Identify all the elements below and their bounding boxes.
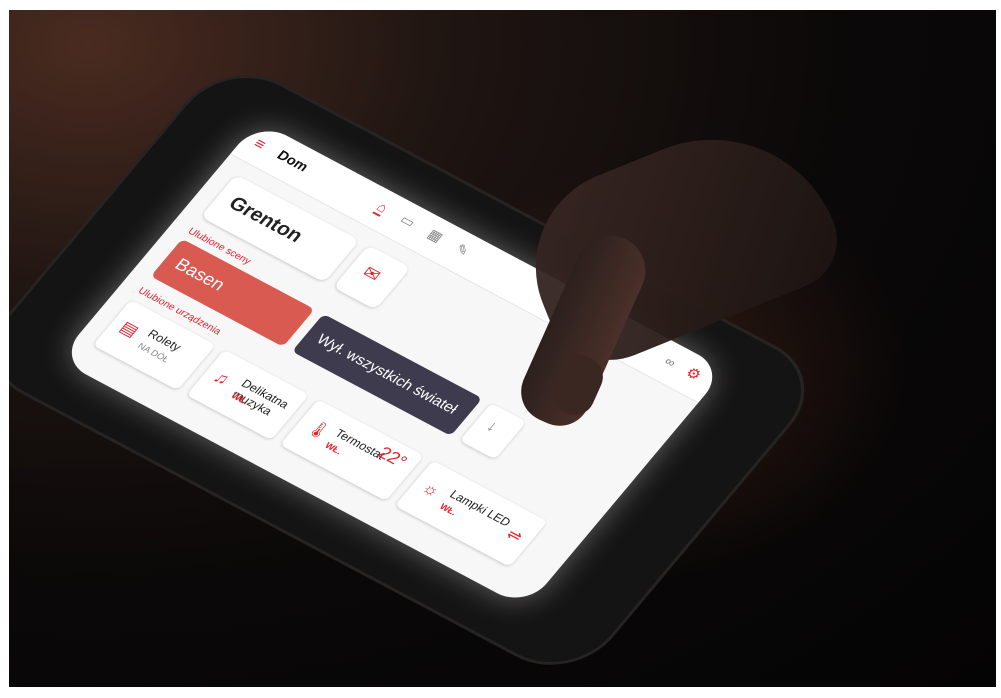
scene-label: Basen (171, 254, 230, 295)
arrow-down-icon: ↓ (482, 418, 501, 436)
photo-frame: ≡ Dom ⌂ ▭ ▦ ✎ ∞ ⚙ Grenton ✉ Ulubione sce… (0, 0, 1001, 698)
thermometer-icon: 🌡 (303, 417, 335, 443)
device-card-termostat[interactable]: 🌡 Termostat WŁ. 22° (279, 399, 425, 502)
tools-icon[interactable]: ✎ (451, 241, 473, 261)
brand-logo-text: Grenton (224, 192, 308, 247)
bulb-icon: ☼ (418, 478, 445, 501)
mail-icon: ✉ (358, 262, 385, 286)
link-icon[interactable]: ∞ (661, 354, 679, 370)
device-card-rolety[interactable]: ▤ Rolety NA DÓŁ (92, 299, 216, 391)
gear-icon[interactable]: ⚙ (682, 363, 706, 384)
building-icon[interactable]: ▦ (423, 226, 447, 246)
house-icon[interactable]: ⌂ (372, 198, 392, 217)
blinds-icon: ▤ (116, 317, 143, 341)
page-title: Dom (274, 147, 313, 175)
photograph: ≡ Dom ⌂ ▭ ▦ ✎ ∞ ⚙ Grenton ✉ Ulubione sce… (9, 10, 996, 687)
device-card-music[interactable]: ♫ Delikatna muzyka WŁ. (186, 349, 310, 441)
sliders-icon[interactable]: ⇌ (502, 525, 527, 547)
device-status: WŁ. (437, 501, 459, 518)
menu-icon[interactable]: ≡ (249, 136, 269, 154)
scene-label: Wył. wszystkich świateł (312, 331, 461, 418)
device-status: WŁ. (322, 440, 345, 457)
music-icon: ♫ (209, 367, 234, 389)
sofa-icon[interactable]: ▭ (396, 211, 419, 231)
device-card-led[interactable]: ☼ Lampki LED WŁ. ⇌ (394, 460, 548, 567)
